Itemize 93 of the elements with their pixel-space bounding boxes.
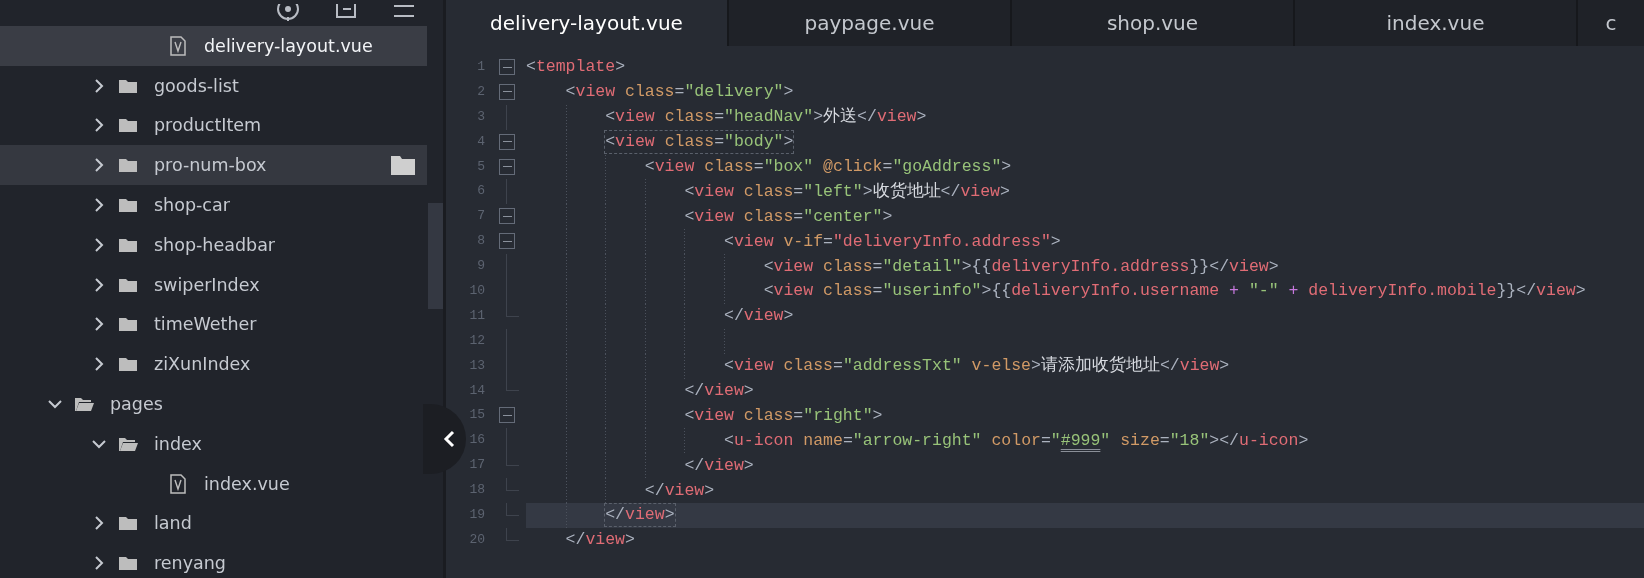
fold-toggle[interactable]	[499, 407, 515, 424]
line-number: 17	[468, 456, 485, 475]
chevron-right-icon[interactable]	[92, 515, 106, 532]
item-label: shop-car	[154, 195, 230, 216]
fold-toggle[interactable]	[499, 233, 515, 250]
chevron-right-icon[interactable]	[92, 276, 106, 293]
folder-item[interactable]: pages	[0, 384, 427, 424]
item-label: pro-num-box	[154, 155, 267, 176]
folder-item[interactable]: pro-num-box	[0, 145, 427, 186]
file-item[interactable]: delivery-layout.vue	[0, 26, 427, 66]
code-line: <view class="right">	[526, 403, 1644, 429]
line-number: 13	[468, 356, 485, 375]
fold-toggle[interactable]	[499, 158, 515, 175]
line-number: 15	[468, 406, 485, 425]
code-line: <view class="delivery">	[564, 81, 795, 104]
chevron-right-icon[interactable]	[92, 157, 106, 174]
item-label: swiperIndex	[154, 274, 260, 295]
code-line: </view>	[526, 478, 1644, 504]
folder-item[interactable]: land	[0, 503, 427, 544]
fold-toggle[interactable]	[499, 59, 515, 75]
chevron-right-icon[interactable]	[92, 77, 106, 94]
line-number: 9	[476, 257, 485, 276]
chevron-left-icon	[443, 430, 455, 448]
line-number: 7	[476, 207, 485, 226]
chevron-right-icon[interactable]	[92, 316, 106, 333]
line-number: 2	[476, 82, 485, 101]
code-line: <view class="addressTxt" v-else>请添加收货地址</view>	[526, 353, 1644, 379]
item-label: delivery-layout.vue	[204, 35, 373, 56]
code-line: <view class="userinfo">{{deliveryInfo.username + "-" + deliveryInfo.mobile}}</view>	[526, 279, 1644, 304]
item-label: pages	[110, 394, 163, 415]
item-label: renyang	[154, 553, 226, 574]
line-number: 4	[476, 132, 485, 151]
fold-toggle[interactable]	[499, 133, 515, 150]
folder-item[interactable]: shop-headbar	[0, 225, 427, 265]
chevron-right-icon[interactable]	[92, 356, 106, 373]
line-number: 10	[468, 282, 485, 300]
chevron-right-icon[interactable]	[92, 117, 106, 134]
folder-item[interactable]: swiperIndex	[0, 264, 427, 305]
line-number: 16	[468, 431, 485, 450]
line-number: 18	[468, 481, 485, 500]
line-number: 1	[476, 58, 485, 76]
folder-item[interactable]: timeWether	[0, 304, 427, 345]
code-line: </view>	[564, 529, 636, 552]
chevron-right-icon[interactable]	[92, 236, 106, 253]
line-number: 12	[468, 331, 485, 350]
item-label: land	[154, 513, 192, 534]
chevron-right-icon[interactable]	[92, 197, 106, 214]
item-label: index.vue	[204, 473, 290, 494]
file-item[interactable]: index.vue	[0, 463, 427, 504]
line-number: 11	[468, 306, 485, 325]
item-label: shop-headbar	[154, 234, 276, 255]
file-tab[interactable]: index.vue	[1295, 0, 1576, 46]
line-number: 6	[476, 182, 485, 201]
code-line: <view class="headNav">外送</view>	[526, 104, 1644, 130]
scrollbar-thumb[interactable]	[428, 203, 443, 309]
code-line: <view v-if="deliveryInfo.address">	[526, 229, 1644, 255]
code-line: </view>	[526, 303, 1644, 329]
chevron-right-icon[interactable]	[92, 555, 106, 572]
folder-item[interactable]: productItem	[0, 105, 427, 146]
code-line: <view class="detail">{{deliveryInfo.address}}</view>	[526, 254, 1644, 279]
folder-item[interactable]: index	[0, 423, 427, 464]
item-label: ziXunIndex	[154, 354, 251, 375]
file-tab[interactable]: shop.vue	[1012, 0, 1293, 46]
line-number: 14	[468, 381, 485, 400]
code-line: <view class="center">	[526, 204, 1644, 230]
code-line: <template>	[526, 56, 627, 79]
code-line: </view>	[526, 378, 1644, 404]
file-tab[interactable]: delivery-layout.vue	[446, 0, 727, 46]
folder-icon[interactable]	[391, 155, 415, 176]
code-line: </view>	[526, 453, 1644, 479]
code-line: <u-icon name="arrow-right" color="#999" size="18"></u-icon>	[526, 428, 1644, 454]
item-label: goods-list	[154, 75, 239, 96]
line-number: 8	[476, 232, 485, 251]
item-label: timeWether	[154, 314, 257, 335]
folder-item[interactable]: ziXunIndex	[0, 344, 427, 385]
folder-item[interactable]: renyang	[0, 543, 427, 578]
line-number: 5	[476, 157, 485, 176]
code-line: <view class="left">收货地址</view>	[526, 179, 1644, 205]
file-tab[interactable]: paypage.vue	[729, 0, 1010, 46]
line-number: 20	[468, 530, 485, 549]
code-line: <view class="body">	[526, 129, 1644, 155]
item-label: productItem	[154, 115, 262, 136]
fold-toggle[interactable]	[499, 83, 515, 100]
code-line: <view class="box" @click="goAddress">	[526, 154, 1644, 180]
item-label: index	[154, 433, 202, 454]
file-tab[interactable]: c	[1578, 0, 1644, 46]
file-icon	[168, 473, 188, 494]
folder-item[interactable]: goods-list	[0, 65, 427, 106]
fold-toggle[interactable]	[499, 208, 515, 225]
folder-item[interactable]: shop-car	[0, 185, 427, 225]
line-number: 3	[476, 107, 485, 126]
line-number: 19	[468, 506, 485, 525]
file-icon	[168, 35, 188, 56]
